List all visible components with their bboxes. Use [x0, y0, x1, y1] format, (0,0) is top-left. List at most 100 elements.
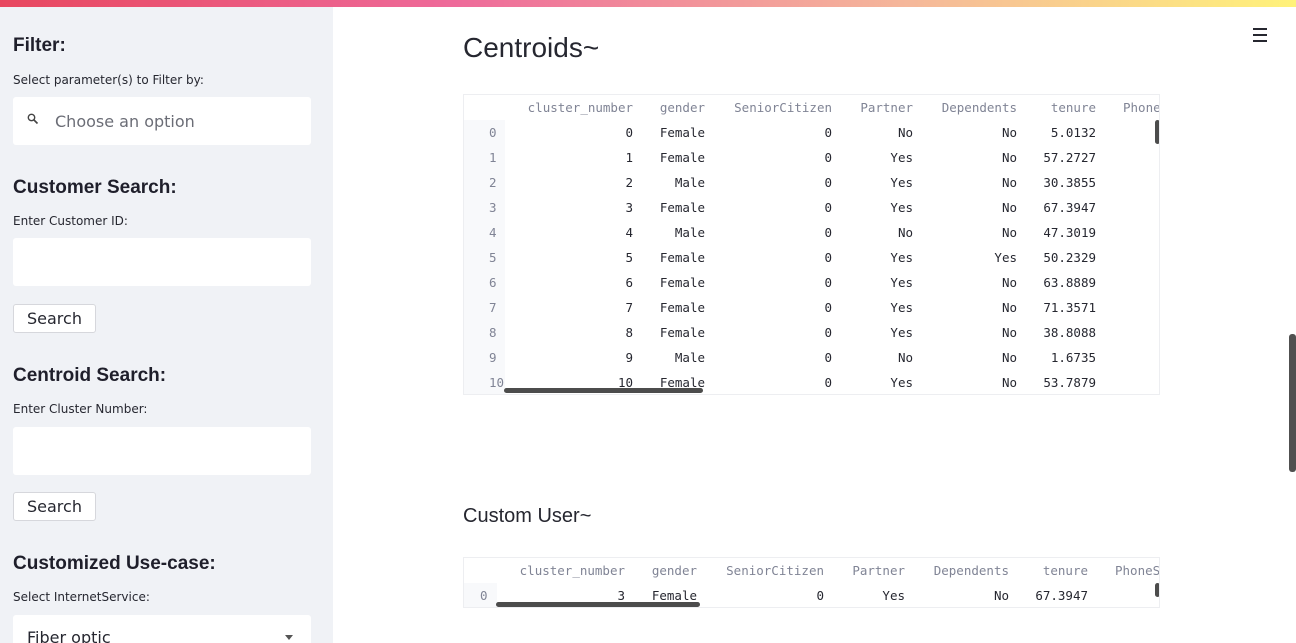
table-cell: 5 — [625, 250, 633, 265]
filter-multiselect[interactable]: Choose an option — [13, 97, 311, 145]
table-row[interactable]: 2 2 Male 0 Yes No 30.3855 — [464, 170, 1159, 195]
table-cell: 4 — [625, 225, 633, 240]
custom-user-dataframe[interactable]: cluster_number gender SeniorCitizen Partner… — [463, 557, 1160, 608]
table-row[interactable]: 3 3 Female 0 Yes No 67.3947 — [464, 195, 1159, 220]
column-header: Dependents — [933, 563, 1009, 578]
table-header-row: cluster_number gender SeniorCitizen Partner… — [464, 558, 1159, 583]
table-cell: 0 — [824, 200, 832, 215]
customer-search-heading: Customer Search: — [13, 177, 177, 198]
table-cell: Female — [659, 200, 705, 215]
magnifier-icon — [27, 113, 41, 129]
column-header: gender — [659, 100, 705, 115]
table-cell: Female — [659, 125, 705, 140]
centroid-search-button[interactable]: Search — [13, 492, 96, 521]
column-header: cluster_number — [519, 563, 625, 578]
table-cell: Female — [659, 250, 705, 265]
table-row[interactable]: 7 7 Female 0 Yes No 71.3571 — [464, 295, 1159, 320]
table-cell: No — [1001, 200, 1017, 215]
table-cell: 71.3571 — [1043, 300, 1096, 315]
table-cell: No — [897, 225, 913, 240]
table-cell: 0 — [625, 125, 633, 140]
table-row[interactable]: 1 1 Female 0 Yes No 57.2727 — [464, 145, 1159, 170]
table-cell: No — [1001, 375, 1017, 390]
table-cell: Female — [659, 150, 705, 165]
table-cell: 50.2329 — [1043, 250, 1096, 265]
internet-service-select[interactable]: Fiber optic — [13, 615, 311, 643]
table-cell: 0 — [824, 350, 832, 365]
column-header: Partner — [860, 100, 913, 115]
table-cell: 5.0132 — [1050, 125, 1096, 140]
table-cell: 1 — [625, 150, 633, 165]
cluster-number-input[interactable] — [13, 427, 311, 475]
table-cell: 53.7879 — [1043, 375, 1096, 390]
table-cell: No — [897, 125, 913, 140]
table-cell: 8 — [625, 325, 633, 340]
table-cell: 0 — [816, 588, 824, 603]
table-row[interactable]: 9 9 Male 0 No No 1.6735 — [464, 345, 1159, 370]
hamburger-icon[interactable] — [1253, 28, 1267, 46]
column-header: SeniorCitizen — [726, 563, 824, 578]
column-header: tenure — [1050, 100, 1096, 115]
table-cell: Yes — [890, 275, 913, 290]
table-cell: 67.3947 — [1043, 200, 1096, 215]
table-row[interactable]: 4 4 Male 0 No No 47.3019 — [464, 220, 1159, 245]
column-header: PhoneS — [1123, 100, 1160, 115]
table-cell: No — [1001, 125, 1017, 140]
table-cell: Yes — [882, 588, 905, 603]
table-cell: 30.3855 — [1043, 175, 1096, 190]
column-header: SeniorCitizen — [734, 100, 832, 115]
table-cell: 0 — [824, 225, 832, 240]
table-cell: 63.8889 — [1043, 275, 1096, 290]
table-cell: 0 — [824, 325, 832, 340]
table-cell: No — [1001, 225, 1017, 240]
table-cell: 57.2727 — [1043, 150, 1096, 165]
table-row[interactable]: 5 5 Female 0 Yes Yes 50.2329 — [464, 245, 1159, 270]
vertical-scrollbar[interactable] — [1155, 583, 1159, 597]
table-cell: No — [993, 588, 1009, 603]
table-cell: No — [1001, 350, 1017, 365]
horizontal-scrollbar[interactable] — [496, 602, 700, 607]
column-header: gender — [651, 563, 697, 578]
table-cell: 6 — [625, 275, 633, 290]
table-cell: 7 — [625, 300, 633, 315]
table-cell: No — [1001, 275, 1017, 290]
centroid-search-heading: Centroid Search: — [13, 365, 167, 386]
table-row[interactable]: 8 8 Female 0 Yes No 38.8088 — [464, 320, 1159, 345]
table-cell: Female — [659, 300, 705, 315]
centroids-dataframe[interactable]: cluster_number gender SeniorCitizen Partner… — [463, 94, 1160, 395]
table-cell: 0 — [824, 275, 832, 290]
cluster-number-label: Enter Cluster Number: — [13, 402, 148, 416]
table-cell: 9 — [625, 350, 633, 365]
table-cell: Male — [674, 175, 705, 190]
customer-search-button[interactable]: Search — [13, 304, 96, 333]
table-cell: Female — [659, 325, 705, 340]
custom-user-title: Custom User~ — [463, 505, 592, 527]
table-cell: Yes — [890, 325, 913, 340]
table-cell: No — [1001, 300, 1017, 315]
table-cell: 1.6735 — [1050, 350, 1096, 365]
table-cell: 38.8088 — [1043, 325, 1096, 340]
page-scrollbar[interactable] — [1289, 334, 1296, 472]
table-cell: Yes — [890, 300, 913, 315]
table-cell: Female — [659, 275, 705, 290]
chevron-down-icon — [285, 635, 293, 640]
horizontal-scrollbar[interactable] — [504, 388, 703, 393]
table-cell: Yes — [890, 150, 913, 165]
table-cell: Yes — [890, 175, 913, 190]
column-header: tenure — [1042, 563, 1088, 578]
column-header: Dependents — [941, 100, 1017, 115]
table-cell: 0 — [824, 250, 832, 265]
table-cell: Yes — [890, 200, 913, 215]
table-cell: No — [1001, 150, 1017, 165]
table-cell: No — [897, 350, 913, 365]
table-cell: Male — [674, 350, 705, 365]
vertical-scrollbar[interactable] — [1155, 120, 1159, 144]
table-row[interactable]: 6 6 Female 0 Yes No 63.8889 — [464, 270, 1159, 295]
table-cell: 47.3019 — [1043, 225, 1096, 240]
customer-id-input[interactable] — [13, 238, 311, 286]
table-cell: 0 — [824, 175, 832, 190]
column-header: cluster_number — [527, 100, 633, 115]
table-cell: Yes — [890, 375, 913, 390]
top-accent-bar — [0, 0, 1296, 7]
table-row[interactable]: 0 0 Female 0 No No 5.0132 — [464, 120, 1159, 145]
